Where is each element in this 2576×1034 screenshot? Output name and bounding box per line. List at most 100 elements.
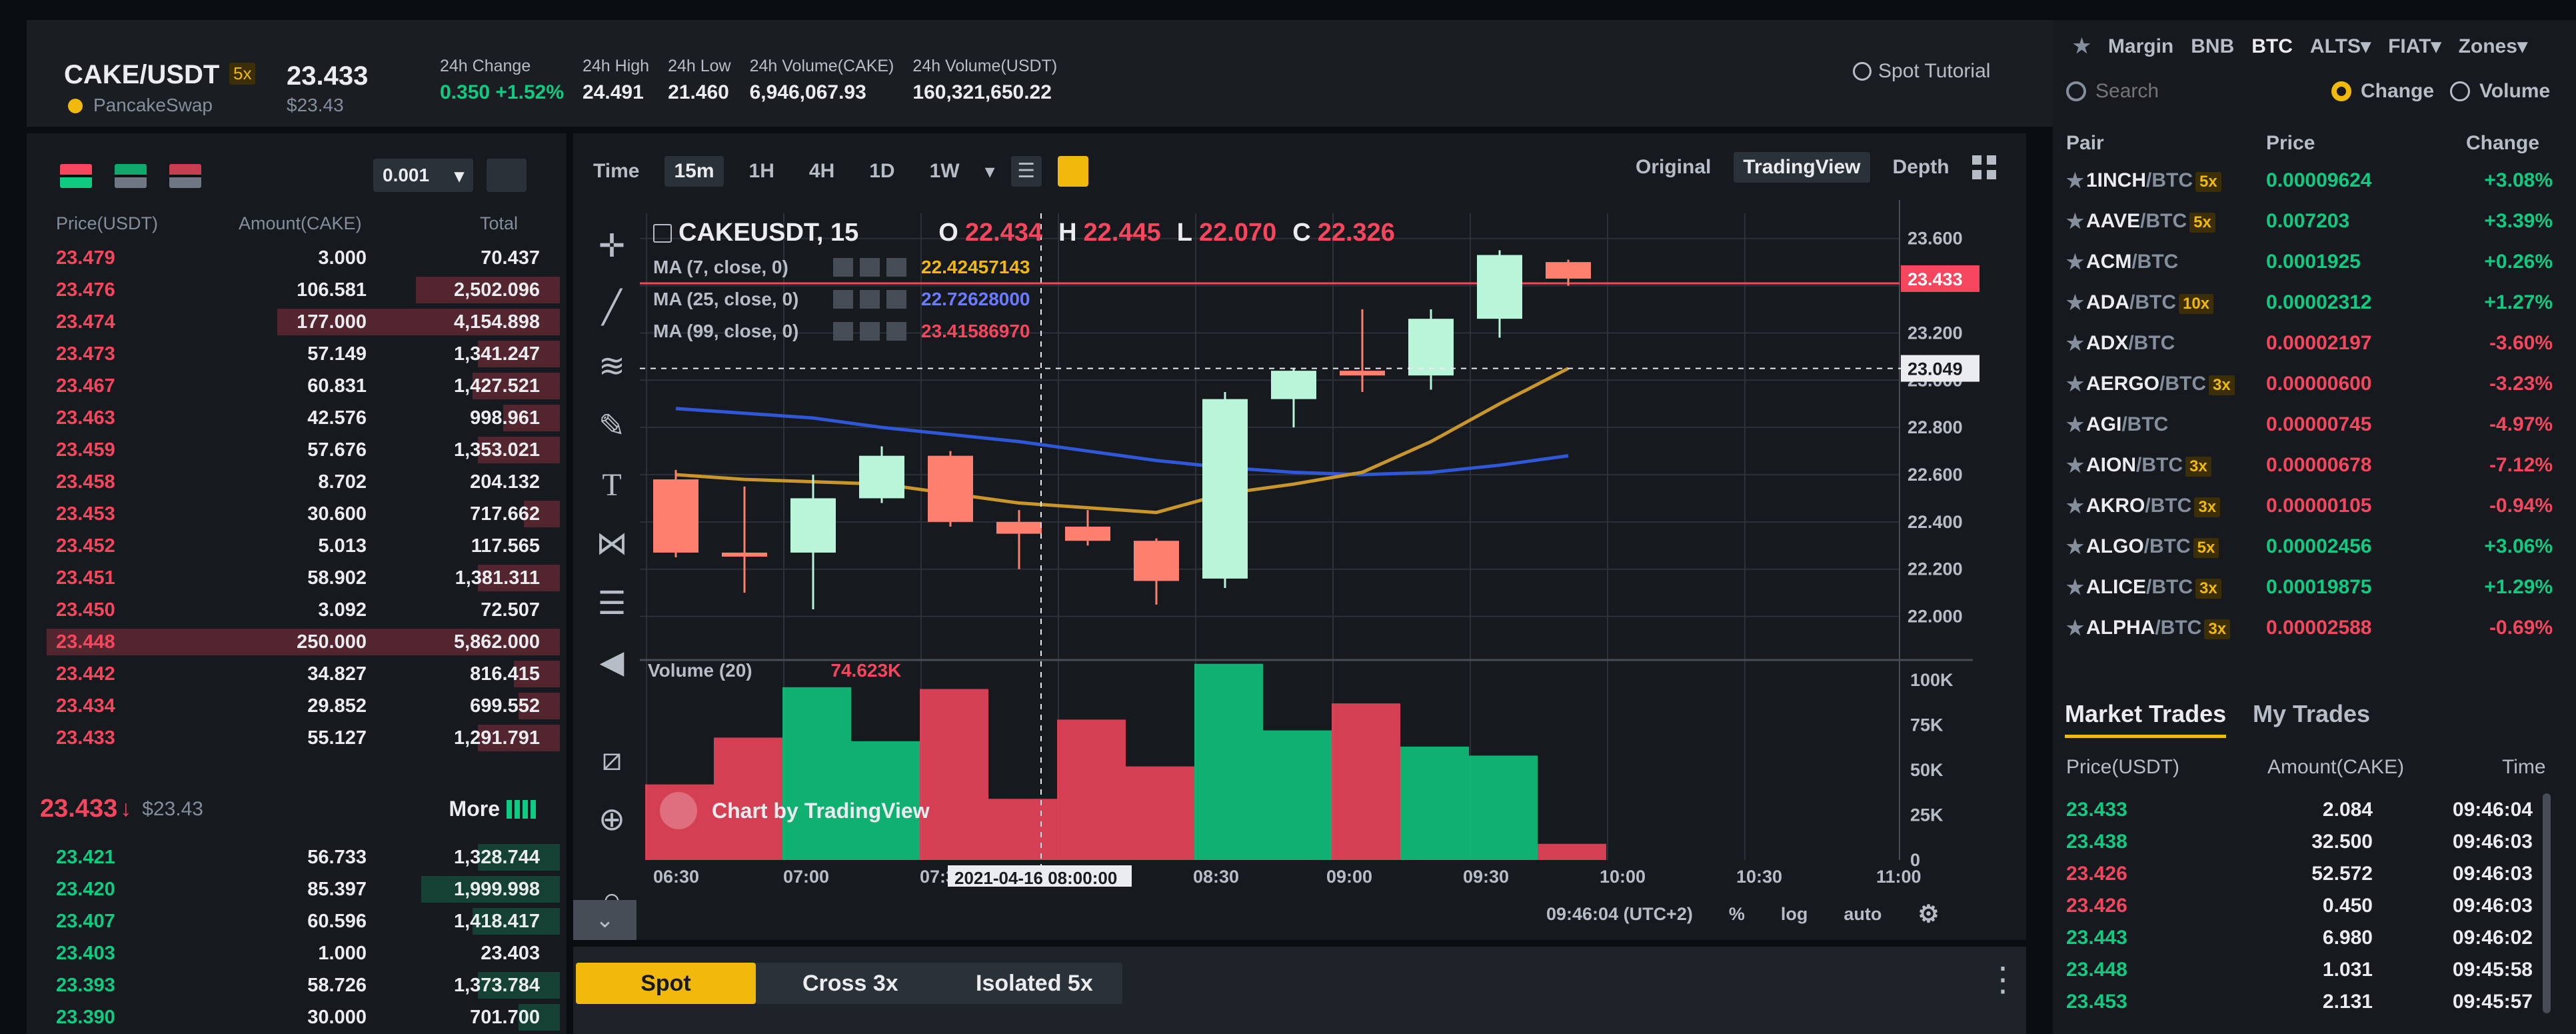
candle-body[interactable] bbox=[722, 552, 767, 557]
back-arrow-icon[interactable]: ◀ bbox=[592, 643, 632, 683]
more-link[interactable]: More bbox=[449, 797, 500, 821]
orderbook-row[interactable]: 23.407 60.596 1,418.417 bbox=[27, 905, 560, 937]
tab-isolated[interactable]: Isolated 5x bbox=[976, 971, 1093, 997]
tab-spot[interactable]: Spot bbox=[576, 963, 756, 1004]
fib-tool-icon[interactable]: ≋ bbox=[592, 347, 632, 387]
radio-change[interactable] bbox=[2331, 81, 2351, 101]
ruler-icon[interactable]: ⧄ bbox=[592, 740, 632, 780]
star-icon[interactable]: ★ bbox=[2066, 454, 2084, 477]
timeframe-15m[interactable]: 15m bbox=[664, 156, 724, 187]
text-tool-icon[interactable]: T bbox=[592, 465, 632, 505]
more-options-icon[interactable]: ⋮ bbox=[1986, 960, 2019, 999]
orderbook-row[interactable]: 23.433 55.127 1,291.791 bbox=[27, 722, 560, 754]
view-tradingview[interactable]: TradingView bbox=[1734, 152, 1870, 183]
candle-body[interactable] bbox=[859, 455, 904, 499]
candle-body[interactable] bbox=[1477, 255, 1522, 319]
star-icon[interactable]: ★ bbox=[2066, 576, 2084, 599]
pair-title[interactable]: CAKE/USDT bbox=[64, 60, 219, 90]
grid-layout-icon[interactable] bbox=[1971, 155, 1996, 179]
timeframe-4h[interactable]: 4H bbox=[800, 156, 844, 187]
candle-body[interactable] bbox=[1065, 526, 1110, 541]
view-depth[interactable]: Depth bbox=[1884, 152, 1959, 183]
timeline-collapse[interactable]: ⌄ bbox=[573, 900, 637, 940]
orderbook-row[interactable]: 23.473 57.149 1,341.247 bbox=[27, 338, 560, 370]
orderbook-asks-icon[interactable] bbox=[169, 164, 201, 188]
orderbook-row[interactable]: 23.467 60.831 1,427.521 bbox=[27, 370, 560, 402]
star-icon[interactable]: ★ bbox=[2066, 617, 2084, 640]
star-icon[interactable]: ★ bbox=[2066, 373, 2084, 396]
pair-row[interactable]: ★ ADA/BTC 10x 0.00002312 +1.27% bbox=[2053, 282, 2573, 323]
pair-row[interactable]: ★ AGI/BTC 0.00000745 -4.97% bbox=[2053, 404, 2573, 445]
candle-body[interactable] bbox=[928, 455, 973, 522]
pair-row[interactable]: ★ AKRO/BTC 3x 0.00000105 -0.94% bbox=[2053, 485, 2573, 526]
filter-bnb[interactable]: BNB bbox=[2191, 35, 2234, 58]
orderbook-row[interactable]: 23.452 5.013 117.565 bbox=[27, 530, 560, 562]
mk-header-change[interactable]: Change bbox=[2466, 132, 2539, 155]
timeframe-1d[interactable]: 1D bbox=[860, 156, 904, 187]
pattern-tool-icon[interactable]: ⋈ bbox=[592, 524, 632, 564]
orderbook-row[interactable]: 23.463 42.576 998.961 bbox=[27, 402, 560, 434]
tab-cross[interactable]: Cross 3x bbox=[802, 971, 898, 997]
star-icon[interactable]: ★ bbox=[2073, 35, 2091, 58]
pair-row[interactable]: ★ AAVE/BTC 5x 0.007203 +3.39% bbox=[2053, 201, 2573, 241]
star-icon[interactable]: ★ bbox=[2066, 291, 2084, 315]
tab-my-trades[interactable]: My Trades bbox=[2253, 700, 2370, 728]
zoom-in-icon[interactable]: ⊕ bbox=[592, 800, 632, 840]
candle-body[interactable] bbox=[653, 479, 698, 553]
orderbook-row[interactable]: 23.479 3.000 70.437 bbox=[27, 242, 560, 274]
pair-row[interactable]: ★ AION/BTC 3x 0.00000678 -7.12% bbox=[2053, 445, 2573, 485]
orderbook-row[interactable]: 23.476 106.581 2,502.096 bbox=[27, 274, 560, 306]
pair-row[interactable]: ★ ALGO/BTC 5x 0.00002456 +3.06% bbox=[2053, 526, 2573, 567]
orderbook-row[interactable]: 23.420 85.397 1,999.998 bbox=[27, 873, 560, 905]
orderbook-row[interactable]: 23.458 8.702 204.132 bbox=[27, 466, 560, 498]
prediction-tool-icon[interactable]: ☰ bbox=[592, 584, 632, 624]
candle-body[interactable] bbox=[1202, 399, 1248, 579]
trend-line-icon[interactable]: ╱ bbox=[592, 288, 632, 328]
log-toggle[interactable]: log bbox=[1781, 904, 1808, 925]
depth-select[interactable]: 0.001 ▾ bbox=[373, 159, 473, 192]
filter-zones[interactable]: Zones▾ bbox=[2459, 35, 2527, 58]
ma-toggle-icons[interactable] bbox=[833, 258, 908, 277]
timeframe-1h[interactable]: 1H bbox=[740, 156, 784, 187]
percent-toggle[interactable]: % bbox=[1729, 904, 1745, 925]
ma-toggle-icons[interactable] bbox=[833, 322, 908, 341]
tab-market-trades[interactable]: Market Trades bbox=[2065, 700, 2227, 738]
collapse-icon[interactable] bbox=[653, 223, 672, 243]
filter-fiat[interactable]: FIAT▾ bbox=[2388, 35, 2441, 58]
orderbook-row[interactable]: 23.390 30.000 701.700 bbox=[27, 1001, 560, 1033]
orderbook-bids-icon[interactable] bbox=[115, 164, 147, 188]
orderbook-both-icon[interactable] bbox=[60, 164, 92, 188]
spot-tutorial-link[interactable]: Spot Tutorial bbox=[1853, 60, 1990, 83]
candle-body[interactable] bbox=[1134, 541, 1179, 581]
timeframe-1w[interactable]: 1W bbox=[920, 156, 969, 187]
star-icon[interactable]: ★ bbox=[2066, 495, 2084, 518]
orderbook-row[interactable]: 23.448 250.000 5,862.000 bbox=[27, 626, 560, 658]
gear-icon[interactable]: ⚙ bbox=[1918, 900, 1939, 928]
pair-row[interactable]: ★ ALPHA/BTC 3x 0.00002588 -0.69% bbox=[2053, 607, 2573, 648]
pair-row[interactable]: ★ AERGO/BTC 3x 0.00000600 -3.23% bbox=[2053, 363, 2573, 404]
star-icon[interactable]: ★ bbox=[2066, 413, 2084, 437]
pair-row[interactable]: ★ ALICE/BTC 3x 0.00019875 +1.29% bbox=[2053, 567, 2573, 607]
star-icon[interactable]: ★ bbox=[2066, 210, 2084, 233]
candle-body[interactable] bbox=[790, 498, 836, 553]
chevron-down-icon[interactable]: ▾ bbox=[985, 160, 995, 183]
brush-icon[interactable]: ✎ bbox=[592, 407, 632, 447]
ma-toggle-icons[interactable] bbox=[833, 290, 908, 309]
filter-margin[interactable]: Margin bbox=[2108, 35, 2173, 58]
mk-header-pair[interactable]: Pair bbox=[2066, 132, 2104, 155]
orderbook-row[interactable]: 23.442 34.827 816.415 bbox=[27, 658, 560, 690]
candle-body[interactable] bbox=[996, 521, 1042, 534]
star-icon[interactable]: ★ bbox=[2066, 535, 2084, 559]
search-input[interactable] bbox=[2095, 76, 2309, 107]
candle-body[interactable] bbox=[1340, 371, 1385, 376]
candle-body[interactable] bbox=[1408, 319, 1454, 376]
star-icon[interactable]: ★ bbox=[2066, 332, 2084, 355]
orderbook-row[interactable]: 23.403 1.000 23.403 bbox=[27, 937, 560, 969]
candle-body[interactable] bbox=[1546, 262, 1591, 279]
crosshair-icon[interactable]: ✛ bbox=[592, 227, 632, 267]
pair-row[interactable]: ★ 1INCH/BTC 5x 0.00009624 +3.08% bbox=[2053, 160, 2573, 201]
auto-toggle[interactable]: auto bbox=[1844, 904, 1882, 925]
filter-btc[interactable]: BTC bbox=[2251, 35, 2293, 58]
star-icon[interactable]: ★ bbox=[2066, 169, 2084, 193]
orderbook-row[interactable]: 23.474 177.000 4,154.898 bbox=[27, 306, 560, 338]
